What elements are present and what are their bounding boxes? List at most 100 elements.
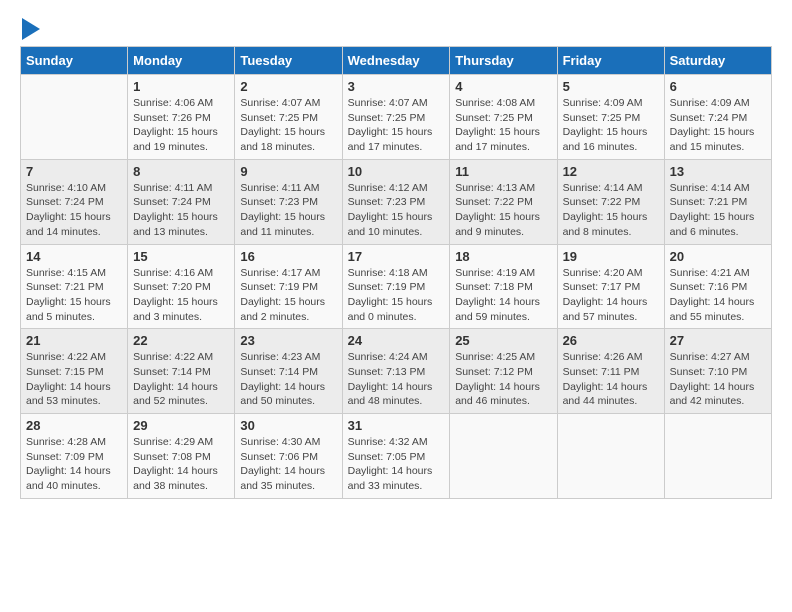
day-number: 26 [563,333,659,348]
day-number: 11 [455,164,551,179]
day-info: Sunrise: 4:26 AMSunset: 7:11 PMDaylight:… [563,350,659,409]
calendar-cell: 9 Sunrise: 4:11 AMSunset: 7:23 PMDaylight… [235,159,342,244]
day-number: 30 [240,418,336,433]
day-number: 2 [240,79,336,94]
day-of-week-header: Wednesday [342,47,450,75]
calendar-cell: 21 Sunrise: 4:22 AMSunset: 7:15 PMDayligh… [21,329,128,414]
calendar-week-row: 7 Sunrise: 4:10 AMSunset: 7:24 PMDaylight… [21,159,772,244]
day-number: 18 [455,249,551,264]
day-info: Sunrise: 4:28 AMSunset: 7:09 PMDaylight:… [26,435,122,494]
calendar-cell: 6 Sunrise: 4:09 AMSunset: 7:24 PMDaylight… [664,75,771,160]
calendar-cell: 30 Sunrise: 4:30 AMSunset: 7:06 PMDayligh… [235,414,342,499]
day-number: 7 [26,164,122,179]
calendar-cell [450,414,557,499]
page-header [20,20,772,36]
logo-block [20,20,40,36]
day-number: 21 [26,333,122,348]
day-info: Sunrise: 4:18 AMSunset: 7:19 PMDaylight:… [348,266,445,325]
day-info: Sunrise: 4:11 AMSunset: 7:23 PMDaylight:… [240,181,336,240]
calendar-cell [557,414,664,499]
day-info: Sunrise: 4:11 AMSunset: 7:24 PMDaylight:… [133,181,229,240]
calendar-cell: 22 Sunrise: 4:22 AMSunset: 7:14 PMDayligh… [128,329,235,414]
calendar-cell: 24Sunrise: 4:24 AMSunset: 7:13 PMDayligh… [342,329,450,414]
day-number: 13 [670,164,766,179]
day-info: Sunrise: 4:32 AMSunset: 7:05 PMDaylight:… [348,435,445,494]
day-number: 31 [348,418,445,433]
day-info: Sunrise: 4:22 AMSunset: 7:15 PMDaylight:… [26,350,122,409]
calendar-cell: 18 Sunrise: 4:19 AMSunset: 7:18 PMDayligh… [450,244,557,329]
day-number: 3 [348,79,445,94]
day-info: Sunrise: 4:09 AMSunset: 7:25 PMDaylight:… [563,96,659,155]
calendar-cell: 23 Sunrise: 4:23 AMSunset: 7:14 PMDayligh… [235,329,342,414]
day-of-week-header: Friday [557,47,664,75]
day-info: Sunrise: 4:27 AMSunset: 7:10 PMDaylight:… [670,350,766,409]
day-number: 23 [240,333,336,348]
day-info: Sunrise: 4:09 AMSunset: 7:24 PMDaylight:… [670,96,766,155]
day-number: 4 [455,79,551,94]
calendar-week-row: 1 Sunrise: 4:06 AMSunset: 7:26 PMDaylight… [21,75,772,160]
calendar-cell: 3 Sunrise: 4:07 AMSunset: 7:25 PMDaylight… [342,75,450,160]
calendar-cell: 10 Sunrise: 4:12 AMSunset: 7:23 PMDayligh… [342,159,450,244]
calendar-cell: 26 Sunrise: 4:26 AMSunset: 7:11 PMDayligh… [557,329,664,414]
day-of-week-header: Tuesday [235,47,342,75]
day-number: 29 [133,418,229,433]
day-info: Sunrise: 4:22 AMSunset: 7:14 PMDaylight:… [133,350,229,409]
logo [20,20,40,36]
calendar-cell: 14 Sunrise: 4:15 AMSunset: 7:21 PMDayligh… [21,244,128,329]
calendar-cell: 28 Sunrise: 4:28 AMSunset: 7:09 PMDayligh… [21,414,128,499]
day-number: 6 [670,79,766,94]
calendar-body: 1 Sunrise: 4:06 AMSunset: 7:26 PMDaylight… [21,75,772,499]
calendar-cell: 7 Sunrise: 4:10 AMSunset: 7:24 PMDaylight… [21,159,128,244]
calendar-cell [664,414,771,499]
day-number: 20 [670,249,766,264]
day-number: 9 [240,164,336,179]
day-info: Sunrise: 4:07 AMSunset: 7:25 PMDaylight:… [348,96,445,155]
calendar-cell: 11 Sunrise: 4:13 AMSunset: 7:22 PMDayligh… [450,159,557,244]
calendar-cell: 5 Sunrise: 4:09 AMSunset: 7:25 PMDaylight… [557,75,664,160]
day-info: Sunrise: 4:06 AMSunset: 7:26 PMDaylight:… [133,96,229,155]
day-info: Sunrise: 4:14 AMSunset: 7:21 PMDaylight:… [670,181,766,240]
day-info: Sunrise: 4:23 AMSunset: 7:14 PMDaylight:… [240,350,336,409]
calendar-week-row: 14 Sunrise: 4:15 AMSunset: 7:21 PMDayligh… [21,244,772,329]
day-number: 5 [563,79,659,94]
calendar-cell: 16 Sunrise: 4:17 AMSunset: 7:19 PMDayligh… [235,244,342,329]
day-info: Sunrise: 4:12 AMSunset: 7:23 PMDaylight:… [348,181,445,240]
calendar-week-row: 28 Sunrise: 4:28 AMSunset: 7:09 PMDayligh… [21,414,772,499]
day-info: Sunrise: 4:14 AMSunset: 7:22 PMDaylight:… [563,181,659,240]
day-info: Sunrise: 4:25 AMSunset: 7:12 PMDaylight:… [455,350,551,409]
day-info: Sunrise: 4:30 AMSunset: 7:06 PMDaylight:… [240,435,336,494]
day-of-week-header: Thursday [450,47,557,75]
day-number: 12 [563,164,659,179]
logo-triangle-icon [22,18,40,40]
calendar-week-row: 21 Sunrise: 4:22 AMSunset: 7:15 PMDayligh… [21,329,772,414]
day-number: 22 [133,333,229,348]
calendar-header-row: SundayMondayTuesdayWednesdayThursdayFrid… [21,47,772,75]
calendar-cell: 1 Sunrise: 4:06 AMSunset: 7:26 PMDaylight… [128,75,235,160]
day-info: Sunrise: 4:15 AMSunset: 7:21 PMDaylight:… [26,266,122,325]
day-number: 17 [348,249,445,264]
day-info: Sunrise: 4:19 AMSunset: 7:18 PMDaylight:… [455,266,551,325]
calendar-cell: 25Sunrise: 4:25 AMSunset: 7:12 PMDayligh… [450,329,557,414]
calendar-cell: 4Sunrise: 4:08 AMSunset: 7:25 PMDaylight… [450,75,557,160]
calendar-cell: 13 Sunrise: 4:14 AMSunset: 7:21 PMDayligh… [664,159,771,244]
day-number: 14 [26,249,122,264]
day-number: 19 [563,249,659,264]
day-info: Sunrise: 4:13 AMSunset: 7:22 PMDaylight:… [455,181,551,240]
day-number: 1 [133,79,229,94]
calendar-cell: 29Sunrise: 4:29 AMSunset: 7:08 PMDayligh… [128,414,235,499]
calendar-cell: 15 Sunrise: 4:16 AMSunset: 7:20 PMDayligh… [128,244,235,329]
day-number: 10 [348,164,445,179]
day-number: 16 [240,249,336,264]
day-of-week-header: Monday [128,47,235,75]
calendar-cell: 27 Sunrise: 4:27 AMSunset: 7:10 PMDayligh… [664,329,771,414]
day-info: Sunrise: 4:24 AMSunset: 7:13 PMDaylight:… [348,350,445,409]
day-number: 28 [26,418,122,433]
day-info: Sunrise: 4:17 AMSunset: 7:19 PMDaylight:… [240,266,336,325]
day-number: 27 [670,333,766,348]
calendar-cell: 12 Sunrise: 4:14 AMSunset: 7:22 PMDayligh… [557,159,664,244]
day-info: Sunrise: 4:10 AMSunset: 7:24 PMDaylight:… [26,181,122,240]
day-number: 15 [133,249,229,264]
day-info: Sunrise: 4:16 AMSunset: 7:20 PMDaylight:… [133,266,229,325]
calendar-table: SundayMondayTuesdayWednesdayThursdayFrid… [20,46,772,499]
calendar-cell: 19Sunrise: 4:20 AMSunset: 7:17 PMDayligh… [557,244,664,329]
